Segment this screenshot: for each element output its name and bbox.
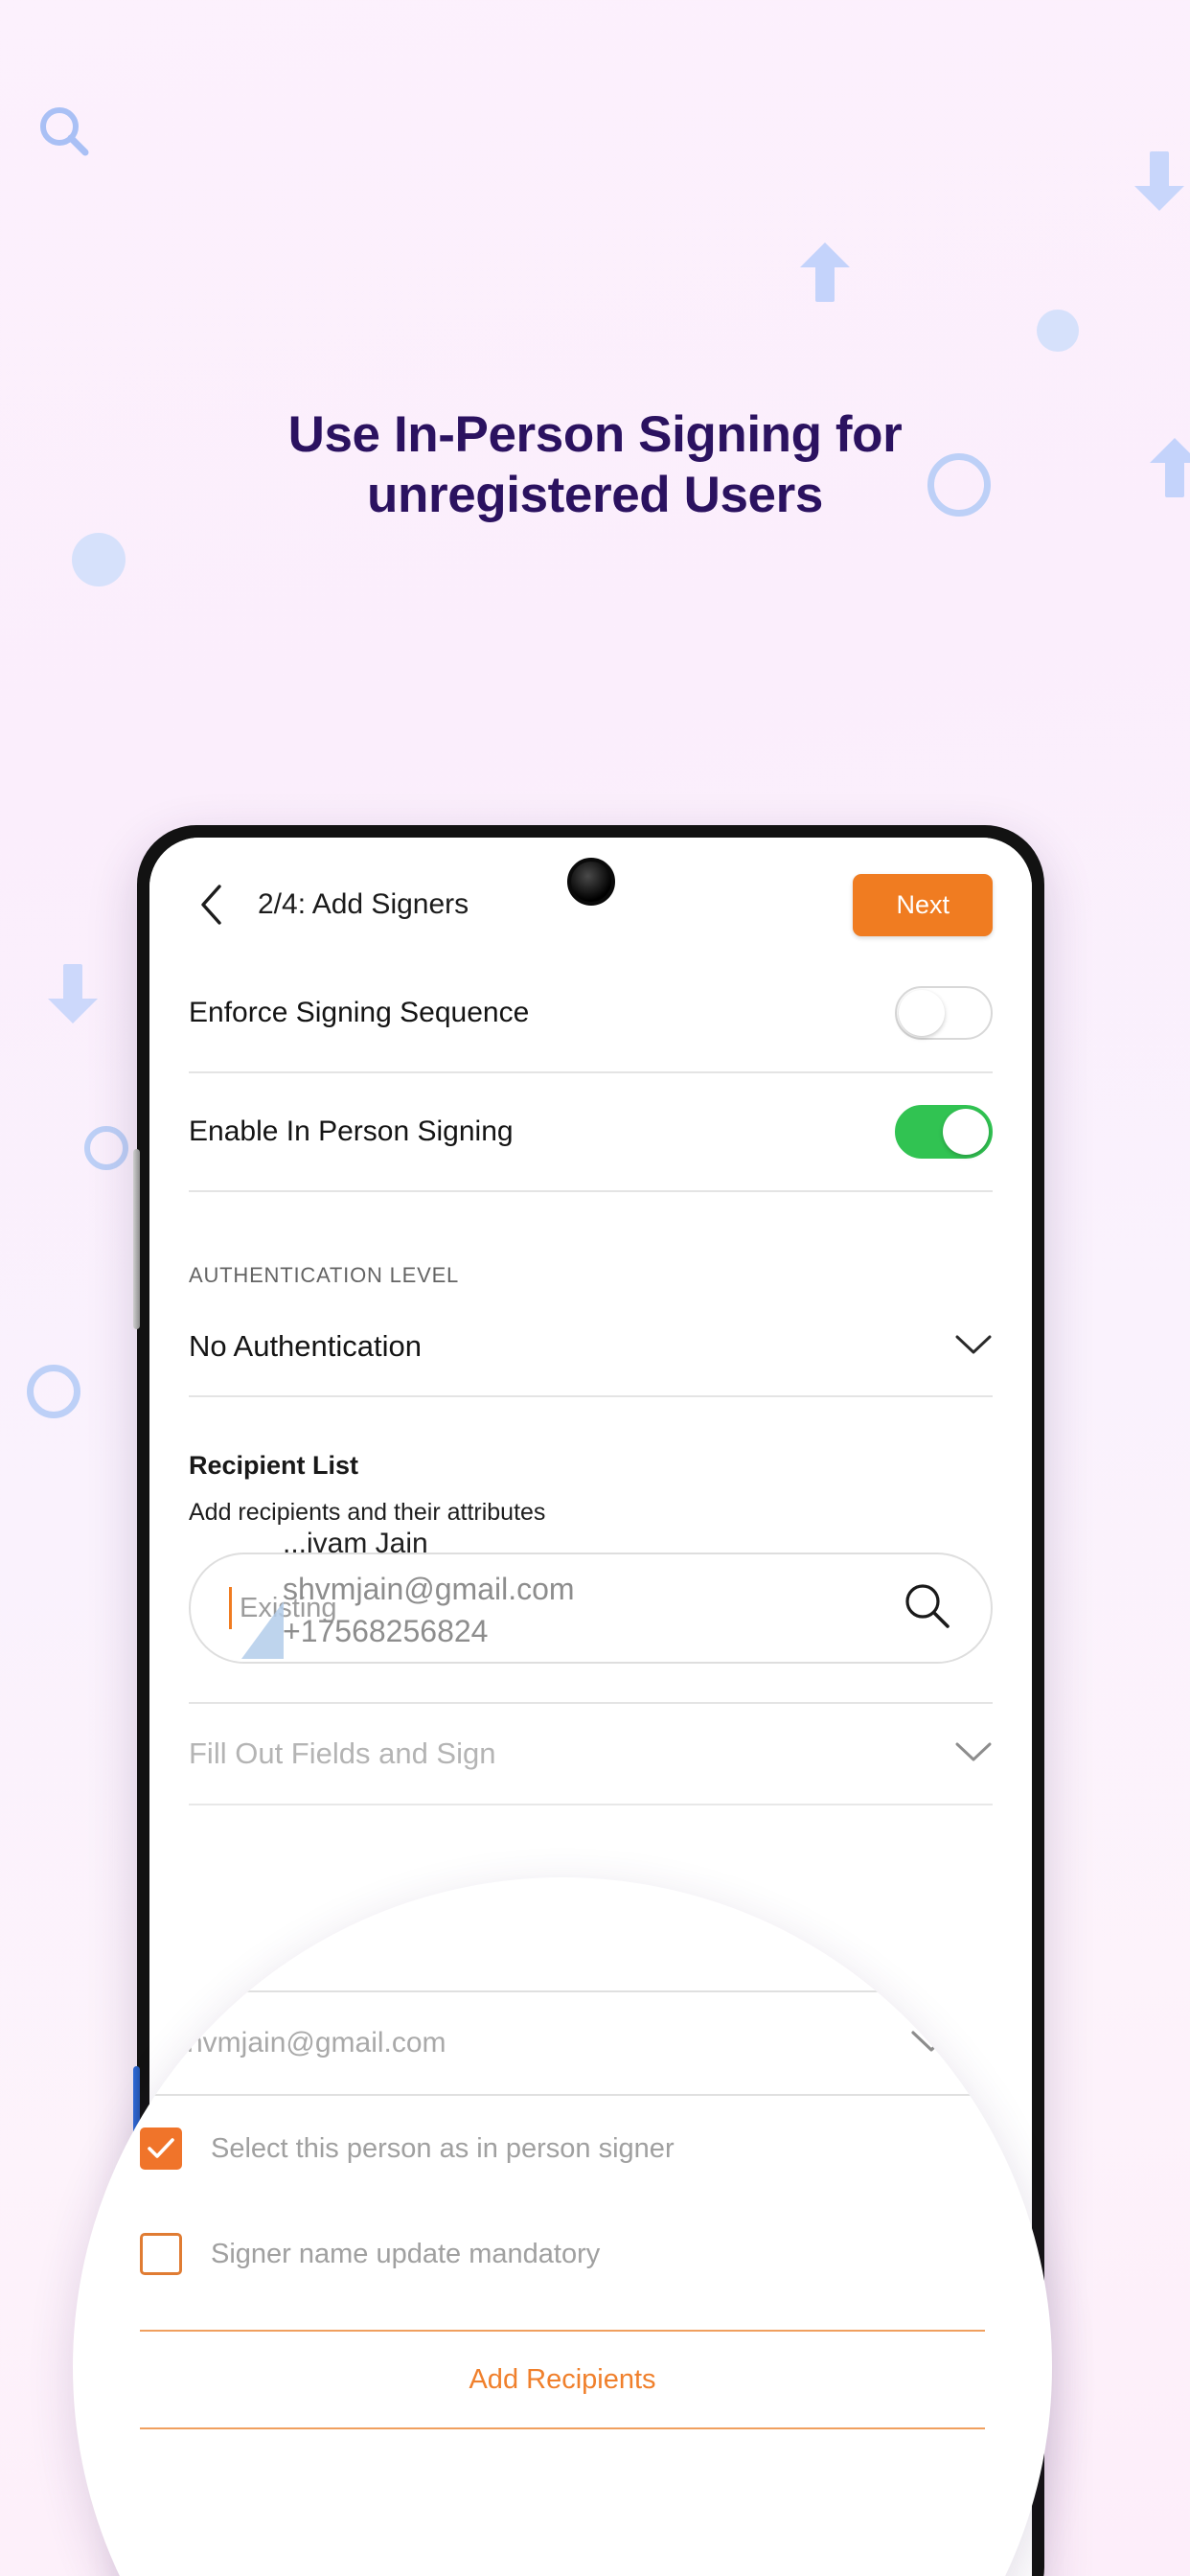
setting-label: Enable In Person Signing [189,1116,514,1147]
contact-name: ...ivam Jain [283,1528,428,1559]
recipient-role-select[interactable]: Fill Out Fields and Sign [189,1702,993,1806]
page-title: Use In-Person Signing for unregistered U… [0,405,1190,525]
signer-email-value: shvmjain@gmail.com [172,2027,446,2058]
authentication-level-caption: AUTHENTICATION LEVEL [189,1263,460,1287]
circle-icon [27,1365,80,1418]
recipient-role-value: Fill Out Fields and Sign [189,1736,496,1770]
contact-email: shvmjain@gmail.com [283,1572,575,1607]
add-recipients-button[interactable]: Add Recipients [140,2330,985,2429]
avatar [241,1601,284,1659]
chevron-down-icon [954,1740,993,1768]
chevron-down-icon [954,1333,993,1361]
search-icon[interactable] [903,1581,952,1636]
authentication-level-value: No Authentication [189,1329,423,1363]
setting-row-enable-in-person-signing[interactable]: Enable In Person Signing [189,1073,993,1192]
in-person-signer-checkbox[interactable] [140,2128,182,2170]
magnified-content: shvmjain@gmail.com Select this person as… [73,1877,1052,2429]
search-icon [36,104,94,161]
chevron-left-icon [201,885,221,925]
signer-name-mandatory-checkbox[interactable] [140,2233,182,2275]
authentication-level-select[interactable]: No Authentication [189,1298,993,1397]
contact-phone: +17568256824 [283,1614,489,1649]
check-icon [148,2138,174,2158]
chevron-down-icon [910,2029,952,2058]
recipient-list-heading: Recipient List [189,1451,359,1480]
add-recipients-label: Add Recipients [469,2363,656,2395]
circle-icon [1037,310,1079,352]
circle-icon [72,533,126,586]
recipient-list-subheading: Add recipients and their attributes [189,1499,546,1526]
enforce-signing-sequence-toggle[interactable] [895,986,993,1040]
arrow-down-icon [46,962,100,1025]
app-bar-title: 2/4: Add Signers [258,888,469,920]
page-title-line-2: unregistered Users [367,466,823,523]
phone-camera [566,858,615,906]
recipient-search-area: Existing ...ivam Jain shvmjain@gmail.com… [189,1527,993,1694]
signer-name-mandatory-checkbox-row[interactable]: Signer name update mandatory [140,2201,985,2307]
circle-icon [84,1126,128,1170]
signer-name-mandatory-label: Signer name update mandatory [211,2238,601,2269]
next-button[interactable]: Next [853,873,993,936]
magnifier-lens: shvmjain@gmail.com Select this person as… [73,1877,1052,2576]
page-title-line-1: Use In-Person Signing for [287,406,903,463]
in-person-signer-checkbox-row[interactable]: Select this person as in person signer [140,2096,985,2201]
toggle-knob [899,990,945,1036]
signer-email-select[interactable]: shvmjain@gmail.com [140,1990,985,2096]
arrow-up-icon [798,241,852,304]
toggle-knob [943,1109,989,1155]
enable-in-person-signing-toggle[interactable] [895,1105,993,1159]
setting-row-enforce-signing-sequence[interactable]: Enforce Signing Sequence [189,954,993,1073]
in-person-signer-label: Select this person as in person signer [211,2132,675,2164]
back-button[interactable] [189,883,233,927]
phone-volume-button [133,1149,140,1329]
setting-label: Enforce Signing Sequence [189,997,530,1028]
arrow-down-icon [1133,150,1186,213]
recipient-contact-card[interactable]: ...ivam Jain shvmjain@gmail.com +1756825… [283,1527,575,1650]
